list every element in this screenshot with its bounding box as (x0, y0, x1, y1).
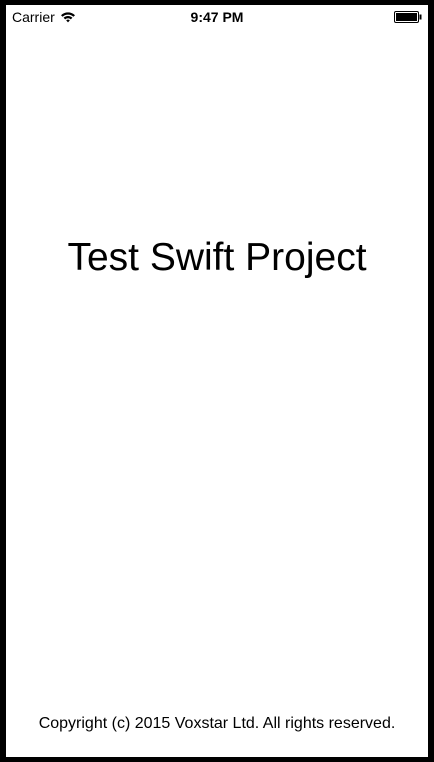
status-bar: Carrier 9:47 PM (6, 5, 428, 29)
app-screen: Carrier 9:47 PM Test Swift Project Copyr… (6, 5, 428, 757)
copyright-notice: Copyright (c) 2015 Voxstar Ltd. All righ… (38, 715, 396, 732)
device-frame: Carrier 9:47 PM Test Swift Project Copyr… (0, 0, 434, 762)
status-time: 9:47 PM (190, 9, 244, 25)
battery-icon (394, 11, 422, 23)
app-title: Test Swift Project (67, 236, 367, 279)
